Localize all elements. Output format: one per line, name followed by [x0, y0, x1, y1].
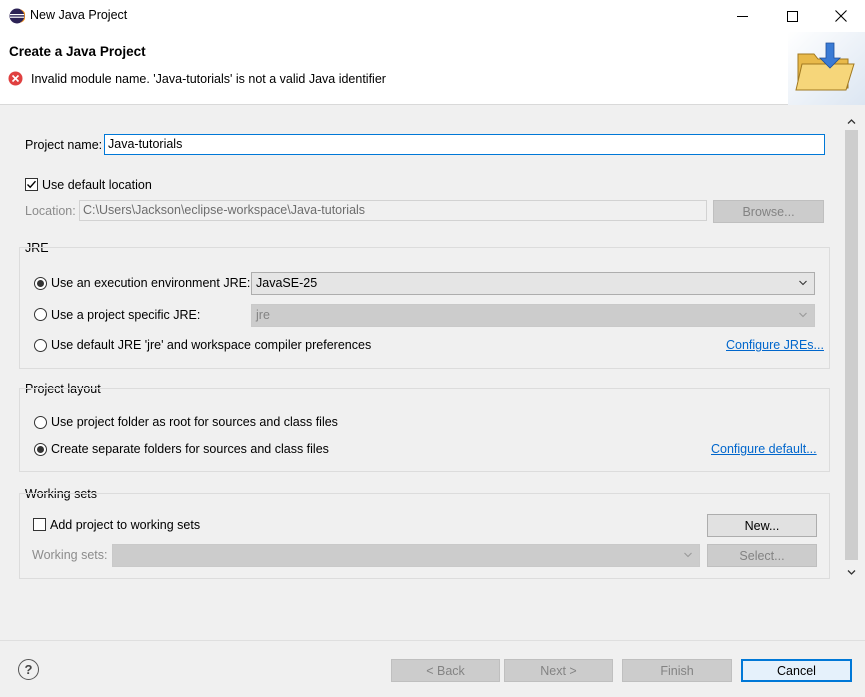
- location-label: Location:: [25, 204, 76, 218]
- window-title: New Java Project: [30, 8, 128, 22]
- jre-specific-radio[interactable]: [34, 308, 47, 321]
- scroll-up-icon[interactable]: [845, 115, 858, 128]
- configure-default-link[interactable]: Configure default...: [711, 442, 817, 456]
- chevron-down-icon: [684, 552, 692, 558]
- jre-specific-label: Use a project specific JRE:: [51, 308, 201, 322]
- eclipse-icon: [9, 8, 26, 24]
- working-sets-select[interactable]: [112, 544, 700, 567]
- scroll-down-icon[interactable]: [845, 566, 858, 579]
- layout-root-radio[interactable]: [34, 416, 47, 429]
- add-to-working-sets-checkbox[interactable]: [33, 518, 46, 531]
- jre-default-label: Use default JRE 'jre' and workspace comp…: [51, 338, 372, 352]
- layout-separate-label: Create separate folders for sources and …: [51, 442, 329, 456]
- new-working-set-button[interactable]: New...: [707, 514, 817, 537]
- close-icon: [835, 10, 847, 22]
- add-to-working-sets-label: Add project to working sets: [50, 518, 201, 532]
- layout-root-label: Use project folder as root for sources a…: [51, 415, 338, 429]
- jre-env-radio[interactable]: [34, 277, 47, 290]
- error-icon: [8, 71, 23, 86]
- maximize-icon: [786, 10, 798, 22]
- project-name-input[interactable]: Java-tutorials: [104, 134, 825, 155]
- jre-env-label: Use an execution environment JRE:: [51, 276, 251, 290]
- checkmark-icon: [27, 180, 37, 189]
- jre-specific-value: jre: [256, 308, 270, 322]
- finish-button[interactable]: Finish: [622, 659, 732, 682]
- configure-jres-link[interactable]: Configure JREs...: [726, 338, 824, 352]
- layout-separate-radio[interactable]: [34, 443, 47, 456]
- working-sets-label: Working sets:: [32, 548, 108, 562]
- chevron-down-icon: [799, 312, 807, 318]
- scrollbar-thumb[interactable]: [845, 130, 858, 560]
- location-input[interactable]: C:\Users\Jackson\eclipse-workspace\Java-…: [79, 200, 707, 221]
- page-title: Create a Java Project: [9, 44, 146, 59]
- use-default-location-checkbox[interactable]: [25, 178, 38, 191]
- minimize-icon: [736, 15, 748, 17]
- help-icon[interactable]: ?: [18, 659, 39, 680]
- maximize-button[interactable]: [769, 0, 815, 32]
- close-button[interactable]: [818, 0, 864, 32]
- folder-icon: [788, 32, 865, 105]
- back-button[interactable]: < Back: [391, 659, 500, 682]
- chevron-down-icon: [799, 280, 807, 286]
- jre-env-value: JavaSE-25: [256, 276, 318, 290]
- next-button[interactable]: Next >: [504, 659, 613, 682]
- minimize-button[interactable]: [719, 0, 765, 32]
- layout-group: [19, 388, 830, 472]
- jre-default-radio[interactable]: [34, 339, 47, 352]
- wizard-header: Create a Java Project Invalid module nam…: [0, 32, 865, 105]
- use-default-location-label: Use default location: [42, 178, 152, 192]
- project-name-label: Project name:: [25, 138, 103, 152]
- cancel-button[interactable]: Cancel: [741, 659, 852, 682]
- jre-specific-select[interactable]: jre: [251, 304, 815, 327]
- browse-button[interactable]: Browse...: [713, 200, 824, 223]
- jre-env-select[interactable]: JavaSE-25: [251, 272, 815, 295]
- error-message: Invalid module name. 'Java-tutorials' is…: [31, 72, 386, 86]
- select-working-sets-button[interactable]: Select...: [707, 544, 817, 567]
